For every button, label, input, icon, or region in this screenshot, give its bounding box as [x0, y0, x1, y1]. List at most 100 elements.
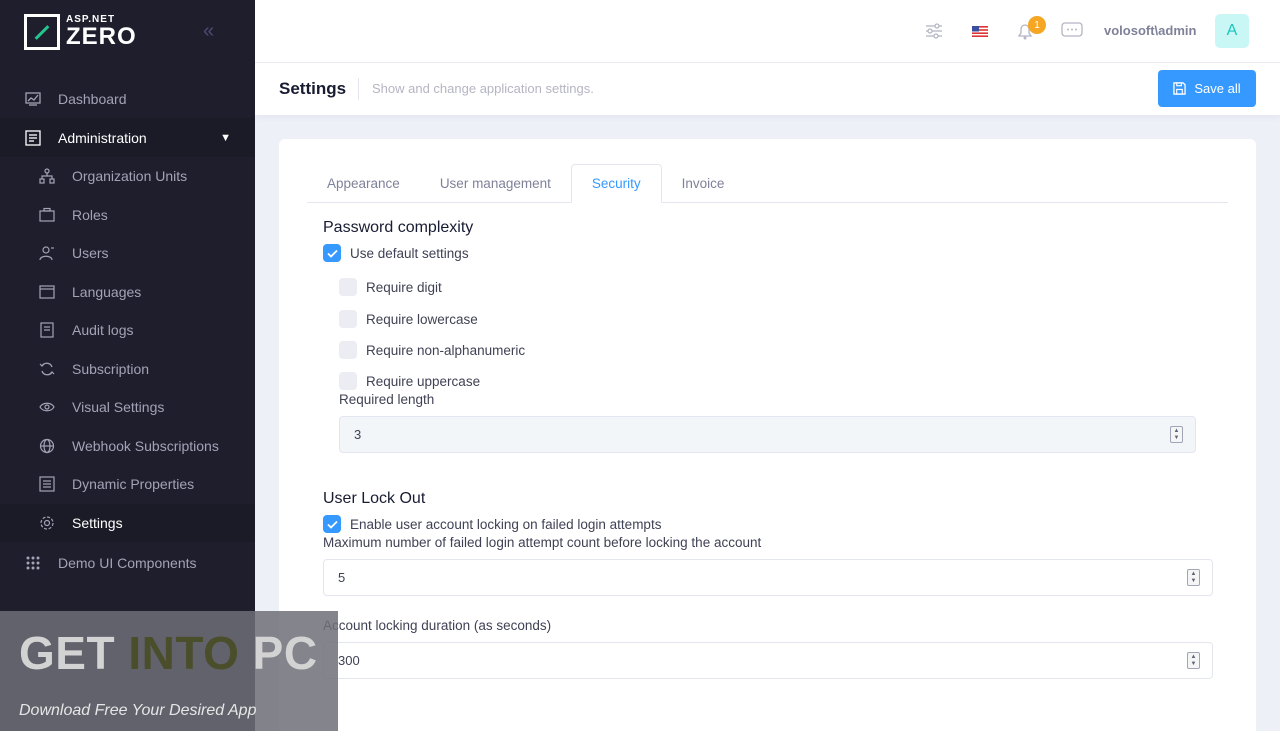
- checkbox-label: Require uppercase: [366, 373, 481, 389]
- sliders-icon[interactable]: [923, 20, 945, 42]
- use-default-settings-checkbox[interactable]: Use default settings: [323, 244, 469, 262]
- enable-lockout-checkbox[interactable]: Enable user account locking on failed lo…: [323, 515, 661, 533]
- checkbox-unchecked-icon: [339, 372, 357, 390]
- sidebar-item-label: Audit logs: [72, 322, 134, 339]
- sidebar-collapse-icon[interactable]: «: [203, 20, 214, 43]
- user-lock-out-title: User Lock Out: [323, 490, 426, 507]
- lock-duration-value: 300: [338, 653, 360, 668]
- subheader: Settings Show and change application set…: [255, 63, 1280, 115]
- watermark-pc: PC: [239, 627, 318, 679]
- sidebar-item-label: Webhook Subscriptions: [72, 437, 219, 454]
- refresh-icon: [38, 360, 56, 378]
- checkbox-label: Use default settings: [350, 245, 469, 261]
- number-spinner-icon[interactable]: ▲ ▼: [1170, 426, 1183, 443]
- sidebar-item-webhook-subscriptions[interactable]: Webhook Subscriptions: [0, 427, 255, 466]
- top-header: 1 volosoft\admin A: [255, 0, 1280, 63]
- sidebar-item-label: Visual Settings: [72, 399, 165, 416]
- logo-big-text: ZERO: [66, 22, 137, 50]
- sidebar-item-subscription[interactable]: Subscription: [0, 350, 255, 389]
- chart-icon: [24, 90, 42, 108]
- user-name[interactable]: volosoft\admin: [1104, 23, 1196, 38]
- save-icon: [1173, 82, 1187, 95]
- settings-card: Appearance User management Security Invo…: [279, 139, 1256, 731]
- lock-duration-input[interactable]: 300 ▲ ▼: [323, 642, 1213, 679]
- settings-tabs: Appearance User management Security Invo…: [307, 164, 1228, 203]
- properties-icon: [38, 475, 56, 493]
- checkbox-label: Require lowercase: [366, 311, 478, 327]
- org-chart-icon: [38, 167, 56, 185]
- avatar[interactable]: A: [1215, 14, 1249, 48]
- checkbox-label: Enable user account locking on failed lo…: [350, 516, 662, 532]
- sidebar-item-label: Dashboard: [58, 90, 127, 107]
- checkbox-unchecked-icon: [339, 341, 357, 359]
- sidebar-item-dynamic-properties[interactable]: Dynamic Properties: [0, 465, 255, 504]
- sidebar-item-visual-settings[interactable]: Visual Settings: [0, 388, 255, 427]
- checkbox-checked-icon: [323, 244, 341, 262]
- checkbox-label: Require non-alphanumeric: [366, 342, 526, 358]
- log-icon: [38, 321, 56, 339]
- password-complexity-title: Password complexity: [323, 219, 474, 236]
- required-length-value: 3: [354, 427, 362, 442]
- sidebar-item-settings[interactable]: Settings: [0, 503, 255, 542]
- watermark-get: GET: [19, 627, 129, 679]
- us-flag-icon[interactable]: [969, 20, 991, 42]
- window-icon: [38, 283, 56, 301]
- save-all-button[interactable]: Save all: [1158, 70, 1256, 107]
- sidebar-item-administration[interactable]: Administration ▼: [0, 118, 255, 157]
- checkbox-unchecked-icon: [339, 278, 357, 296]
- tab-user-management[interactable]: User management: [420, 164, 571, 203]
- number-spinner-icon[interactable]: ▲ ▼: [1187, 569, 1200, 586]
- admin-icon: [24, 129, 42, 147]
- sidebar-item-label: Subscription: [72, 360, 150, 377]
- tab-appearance[interactable]: Appearance: [307, 164, 420, 203]
- lock-duration-label: Account locking duration (as seconds): [323, 618, 552, 633]
- require-digit-checkbox[interactable]: Require digit: [339, 278, 442, 296]
- max-attempts-label: Maximum number of failed login attempt c…: [323, 535, 762, 550]
- sidebar-item-label: Administration: [58, 129, 147, 146]
- required-length-label: Required length: [339, 392, 435, 407]
- globe-icon: [38, 437, 56, 455]
- page-title: Settings: [279, 79, 347, 98]
- sidebar-item-label: Settings: [72, 514, 123, 531]
- require-lowercase-checkbox[interactable]: Require lowercase: [339, 310, 478, 328]
- chevron-down-icon: ▼: [220, 131, 231, 144]
- max-attempts-value: 5: [338, 570, 346, 585]
- page-description: Show and change application settings.: [372, 81, 594, 96]
- title-separator: [358, 78, 359, 100]
- brand-logo[interactable]: ASP.NET ZERO «: [0, 0, 255, 63]
- eye-icon: [38, 398, 56, 416]
- checkbox-checked-icon: [323, 515, 341, 533]
- sidebar-item-label: Users: [72, 245, 109, 262]
- sidebar-item-dashboard[interactable]: Dashboard: [0, 79, 255, 118]
- checkbox-unchecked-icon: [339, 310, 357, 328]
- notification-badge: 1: [1028, 16, 1046, 34]
- logo-icon: [24, 13, 60, 50]
- briefcase-icon: [38, 206, 56, 224]
- gear-icon: [38, 514, 56, 532]
- tab-security[interactable]: Security: [570, 164, 662, 203]
- sidebar-item-label: Demo UI Components: [58, 554, 197, 571]
- number-spinner-icon[interactable]: ▲ ▼: [1187, 652, 1200, 669]
- sidebar-item-label: Languages: [72, 283, 142, 300]
- require-uppercase-checkbox[interactable]: Require uppercase: [339, 372, 480, 390]
- watermark-into: INTO: [128, 627, 240, 679]
- save-all-label: Save all: [1194, 81, 1241, 96]
- required-length-input[interactable]: 3 ▲ ▼: [339, 416, 1196, 453]
- watermark-title: GET INTO PC: [19, 626, 318, 680]
- sidebar-item-languages[interactable]: Languages: [0, 273, 255, 312]
- tab-invoice[interactable]: Invoice: [662, 164, 745, 203]
- sidebar-item-demo-ui-components[interactable]: Demo UI Components: [0, 542, 255, 583]
- chat-icon[interactable]: [1061, 20, 1083, 42]
- users-icon: [38, 244, 56, 262]
- sidebar-item-organization-units[interactable]: Organization Units: [0, 157, 255, 196]
- sidebar-item-audit-logs[interactable]: Audit logs: [0, 311, 255, 350]
- sidebar-item-users[interactable]: Users: [0, 234, 255, 273]
- watermark-subtitle: Download Free Your Desired App: [19, 702, 257, 719]
- sidebar-item-label: Organization Units: [72, 168, 188, 185]
- sidebar-item-roles[interactable]: Roles: [0, 196, 255, 235]
- sidebar-item-label: Roles: [72, 206, 108, 223]
- max-attempts-input[interactable]: 5 ▲ ▼: [323, 559, 1213, 596]
- watermark-overlay: GET INTO PC Download Free Your Desired A…: [0, 611, 338, 731]
- grid-icon: [24, 554, 42, 572]
- require-nonalphanumeric-checkbox[interactable]: Require non-alphanumeric: [339, 341, 525, 359]
